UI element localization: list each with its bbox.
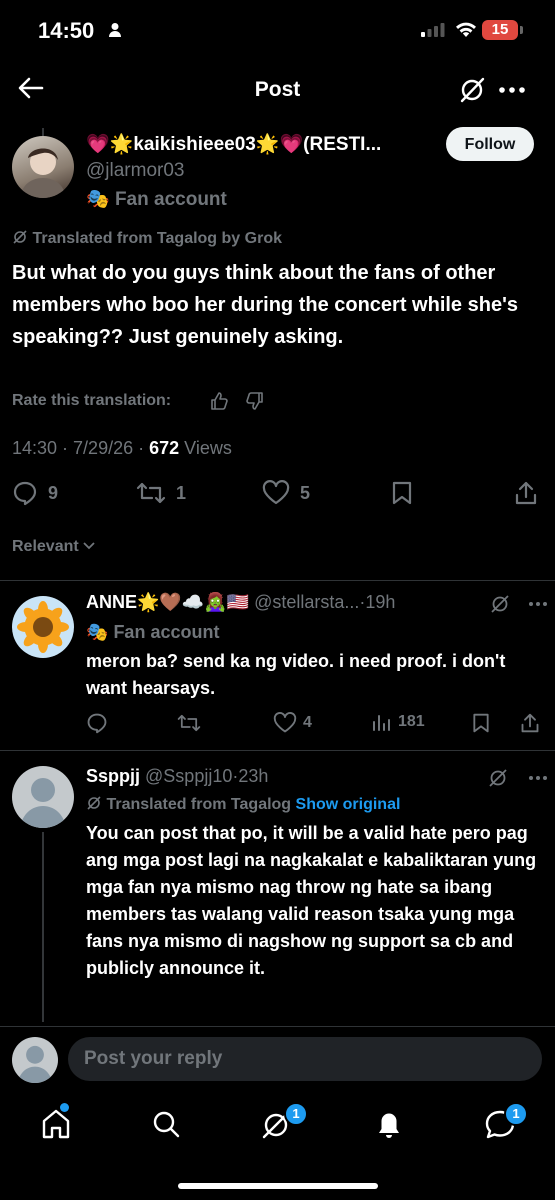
reply-input[interactable]	[68, 1037, 542, 1081]
like-count: 5	[300, 482, 311, 503]
nav-notifications[interactable]	[371, 1106, 411, 1142]
reply-author-name[interactable]: ANNE🌟🤎☁️🧟‍♀️🇺🇸	[86, 592, 249, 612]
repost-icon[interactable]	[177, 712, 201, 734]
reply-author-name[interactable]: Ssppjj	[86, 766, 140, 786]
more-options-icon[interactable]	[498, 78, 526, 102]
follow-button[interactable]: Follow	[446, 127, 534, 161]
show-original-link[interactable]: Show original	[296, 796, 401, 813]
author-name[interactable]: 💗🌟kaikishieee03🌟💗(RESTI...	[86, 132, 436, 156]
fan-account-badge: 🎭 Fan account	[86, 187, 227, 211]
reply-icon	[12, 480, 38, 506]
reply-author-handle[interactable]: @stellarsta...	[254, 592, 359, 612]
messages-badge: 1	[504, 1102, 528, 1126]
views-count: 672	[149, 438, 180, 458]
thumbs-up-icon[interactable]	[209, 391, 229, 411]
person-icon	[108, 22, 122, 38]
reply-text: meron ba? send ka ng video. i need proof…	[86, 651, 506, 698]
back-button[interactable]	[18, 76, 48, 104]
reply-avatar[interactable]	[12, 596, 74, 658]
views-label: Views	[179, 438, 232, 458]
grok-icon[interactable]	[490, 594, 510, 614]
fan-account-badge: 🎭 Fan account	[86, 622, 219, 643]
repost-button[interactable]: 1	[136, 480, 186, 506]
fan-account-label: Fan account	[113, 622, 220, 642]
grok-icon[interactable]	[458, 76, 486, 104]
bell-icon	[371, 1106, 411, 1142]
grok-icon[interactable]	[488, 768, 508, 788]
reply-avatar[interactable]	[12, 766, 74, 828]
mask-icon: 🎭	[86, 622, 109, 642]
reply-header: ANNE🌟🤎☁️🧟‍♀️🇺🇸 @stellarsta...·19h	[86, 592, 486, 613]
repost-count: 1	[176, 482, 187, 503]
reply-button[interactable]: 9	[12, 480, 58, 506]
heart-icon	[262, 480, 290, 506]
translation-label: Translated from Tagalog	[106, 796, 292, 813]
views-count: 181	[398, 713, 425, 730]
like-count: 4	[303, 714, 312, 731]
like-button[interactable]: 5	[262, 480, 310, 506]
divider	[0, 750, 555, 751]
fan-account-label: Fan account	[114, 189, 227, 210]
my-avatar[interactable]	[12, 1037, 58, 1083]
reply-icon[interactable]	[86, 712, 108, 734]
grok-small-icon	[12, 229, 28, 245]
home-notification-dot	[60, 1103, 69, 1112]
home-indicator	[178, 1183, 378, 1189]
thread-connector	[42, 128, 44, 136]
bookmark-icon[interactable]	[471, 712, 491, 734]
thread-connector	[42, 832, 44, 1022]
grok-badge: 1	[284, 1102, 308, 1126]
analytics-icon	[372, 712, 392, 732]
translation-notice: Translated from Tagalog Show original	[86, 795, 400, 814]
grok-small-icon	[86, 795, 102, 811]
like-button[interactable]: 4	[273, 712, 312, 734]
nav-home[interactable]	[38, 1106, 78, 1142]
post-timestamp: 14:30 · 7/29/26 · 672 Views	[12, 438, 232, 459]
more-options-icon[interactable]	[528, 594, 548, 614]
post-text: But what do you guys think about the fan…	[12, 262, 518, 348]
home-icon	[38, 1106, 78, 1142]
share-icon[interactable]	[514, 480, 538, 506]
bookmark-icon[interactable]	[390, 480, 414, 506]
sort-dropdown[interactable]: Relevant	[12, 538, 95, 556]
reply-count: 9	[48, 482, 59, 503]
sort-label: Relevant	[12, 538, 79, 555]
battery-nub	[520, 26, 523, 34]
reply-author-handle[interactable]: @Ssppjj10	[145, 766, 232, 786]
nav-search[interactable]	[148, 1106, 188, 1142]
views-button[interactable]: 181	[372, 712, 425, 732]
chevron-down-icon	[83, 542, 95, 550]
share-icon[interactable]	[520, 712, 540, 734]
translation-label: Translated from Tagalog by Grok	[32, 230, 282, 247]
author-avatar[interactable]	[12, 136, 74, 198]
battery-indicator: 15	[482, 20, 518, 40]
thumbs-down-icon[interactable]	[245, 391, 265, 411]
divider	[0, 580, 555, 581]
post-date: 14:30 · 7/29/26 ·	[12, 438, 150, 458]
status-time: 14:50	[38, 18, 95, 43]
reply-time: ·23h	[232, 766, 269, 786]
reply-text: You can post that po, it will be a valid…	[86, 823, 537, 978]
repost-icon	[136, 480, 166, 506]
author-handle[interactable]: @jlarmor03	[86, 160, 184, 182]
signal-icon	[421, 23, 445, 37]
translation-notice: Translated from Tagalog by Grok	[12, 229, 282, 248]
reply-time: ·19h	[359, 592, 396, 612]
more-options-icon[interactable]	[528, 768, 548, 788]
mask-icon: 🎭	[86, 189, 110, 210]
heart-icon	[273, 712, 297, 734]
rate-translation-label: Rate this translation:	[12, 392, 172, 409]
wifi-icon	[455, 21, 477, 38]
search-icon	[148, 1106, 188, 1142]
reply-header: Ssppjj @Ssppjj10·23h	[86, 766, 486, 787]
